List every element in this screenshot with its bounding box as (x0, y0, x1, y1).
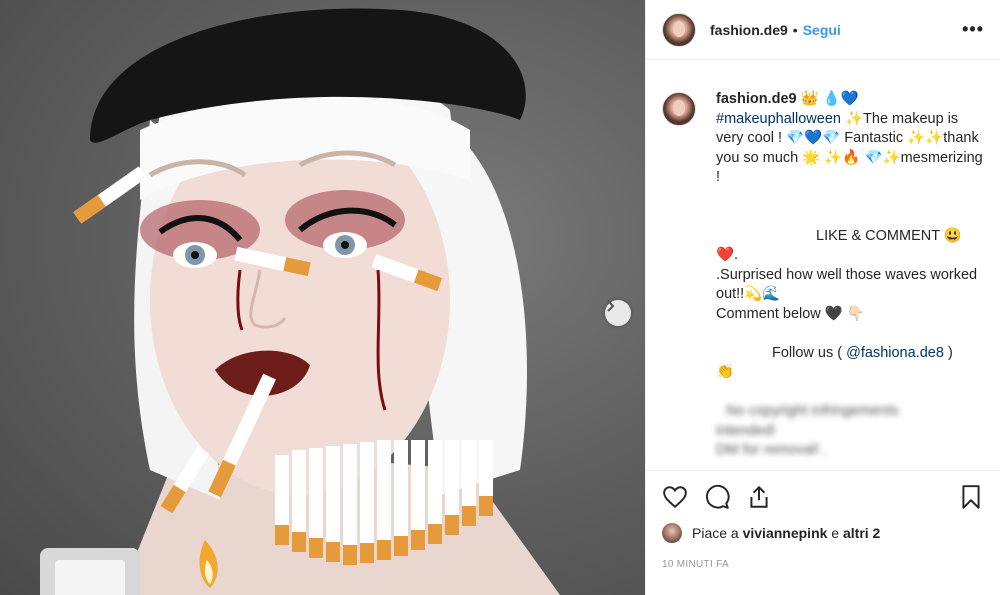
chevron-right-icon (607, 300, 615, 312)
blurred-line-2: intended! (716, 422, 776, 439)
comments-section[interactable]: fashion.de9 👑 💧💙 #makeuphalloween ✨The m… (646, 70, 1000, 470)
blurred-line-3: DM for removal! . (716, 442, 828, 458)
like-comment-line: LIKE & COMMENT 😃 (816, 227, 962, 244)
likes-prefix: Piace a (692, 525, 739, 541)
follow-us-line: Follow us ( @fashiona.de8 ) (716, 344, 984, 364)
makeup-photo-illustration (40, 8, 560, 595)
caption-author-avatar[interactable] (662, 92, 696, 126)
author-username[interactable]: fashion.de9 (710, 22, 788, 38)
waves-line: .Surprised how well those waves worked o… (716, 266, 978, 303)
post-side-panel: fashion.de9 • Segui ••• fashion.de9 👑 💧💙… (645, 0, 1000, 595)
caption-user-emoji: 👑 💧💙 (800, 91, 859, 107)
next-photo-button[interactable] (605, 300, 631, 326)
header-separator: • (792, 21, 798, 38)
post-actions: Piace a viviannepink e altri 2 10 MINUTI… (646, 470, 1000, 595)
post-photo[interactable] (0, 0, 645, 595)
more-options-icon[interactable]: ••• (962, 19, 984, 40)
liker-avatar[interactable] (662, 523, 682, 543)
heart-line: ❤️. (716, 247, 739, 263)
caption-username[interactable]: fashion.de9 (716, 91, 797, 107)
comment-icon[interactable] (704, 484, 730, 510)
bookmark-icon[interactable] (958, 484, 984, 510)
follow-us-emoji: 👏 (716, 364, 735, 380)
share-icon[interactable] (746, 484, 772, 510)
mention-link[interactable]: @fashiona.de8 (846, 345, 944, 361)
likes-others-link[interactable]: altri 2 (843, 525, 880, 541)
follow-us-suffix: ) (947, 344, 953, 361)
likes-summary: Piace a viviannepink e altri 2 (662, 523, 984, 543)
action-icons (662, 471, 984, 523)
author-avatar[interactable] (662, 12, 696, 47)
blurred-line-1: No copyright infringements (726, 403, 899, 419)
caption-text: fashion.de9 👑 💧💙 #makeuphalloween ✨The m… (716, 90, 984, 461)
hashtag-link[interactable]: #makeuphalloween (716, 111, 841, 127)
likes-middle: e (831, 525, 840, 541)
post-timestamp[interactable]: 10 MINUTI FA (662, 559, 984, 570)
post-header: fashion.de9 • Segui ••• (646, 0, 1000, 60)
comment-below-line: Comment below 🖤 👇🏻 (716, 305, 865, 322)
liker-username[interactable]: viviannepink (743, 525, 828, 541)
follow-us-prefix: Follow us ( (772, 344, 843, 361)
follow-button[interactable]: Segui (803, 22, 841, 38)
caption-comment: fashion.de9 👑 💧💙 #makeuphalloween ✨The m… (662, 90, 984, 461)
heart-icon[interactable] (662, 484, 688, 510)
